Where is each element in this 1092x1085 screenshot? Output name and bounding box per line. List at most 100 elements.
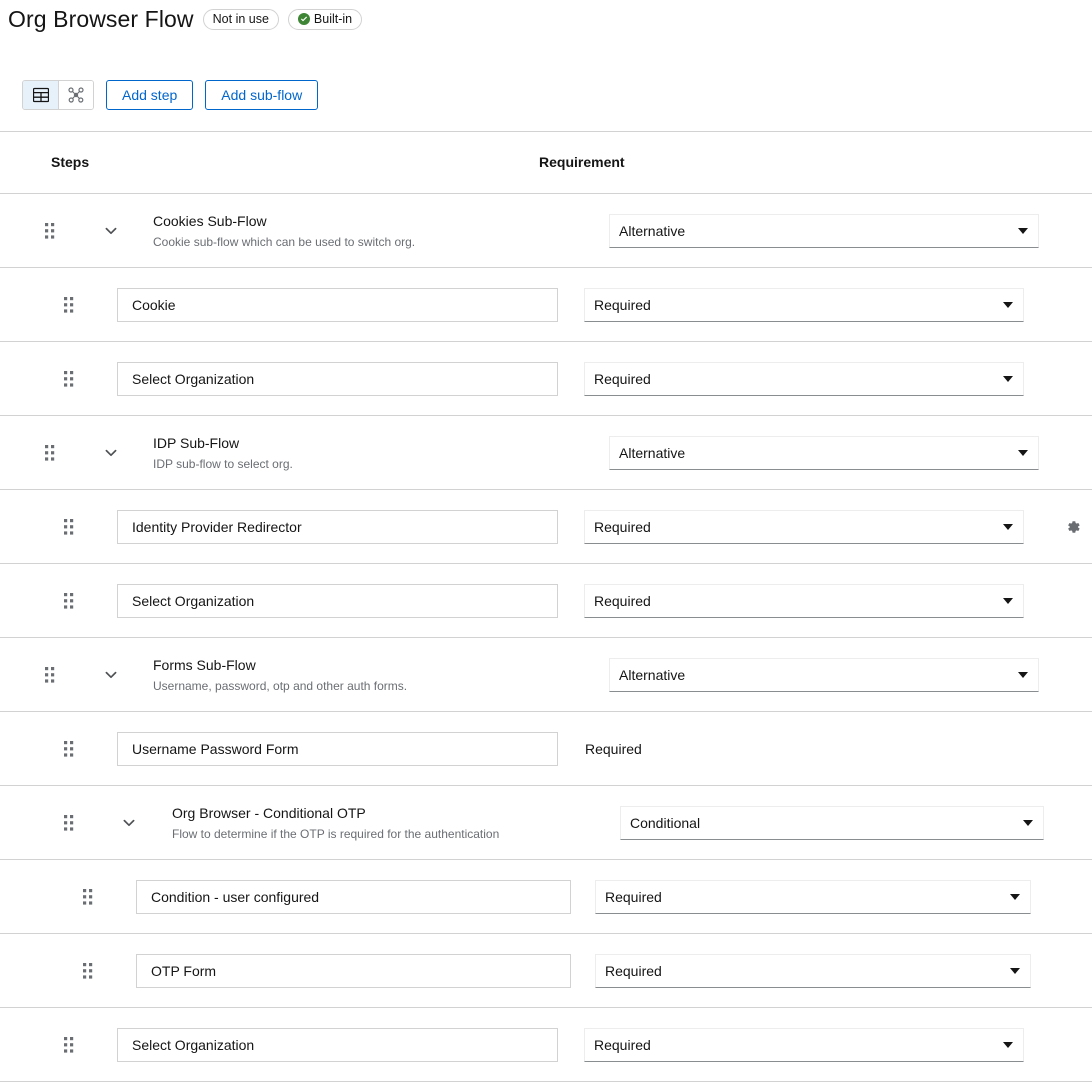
table-row: Required [0, 1008, 1092, 1082]
chevron-down-icon [1002, 595, 1013, 606]
drag-handle-icon[interactable] [64, 1036, 78, 1054]
sub-flow-description: IDP sub-flow to select org. [153, 456, 293, 471]
chevron-down-icon [1017, 225, 1028, 236]
topology-icon [68, 87, 84, 103]
requirement-select[interactable]: Required [584, 1027, 1024, 1062]
drag-handle-icon[interactable] [64, 814, 78, 832]
step-name-input[interactable] [117, 583, 558, 618]
sub-flow-name: Cookies Sub-Flow [153, 212, 267, 229]
requirement-select[interactable]: Required [584, 583, 1024, 618]
drag-handle-icon[interactable] [83, 962, 97, 980]
drag-handle-icon[interactable] [64, 740, 78, 758]
table-row: Required [0, 268, 1092, 342]
chevron-down-icon [1009, 965, 1020, 976]
requirement-select[interactable]: Alternative [609, 435, 1039, 470]
view-toggle-group [22, 80, 94, 110]
table-body: Cookies Sub-Flow Cookie sub-flow which ca… [0, 194, 1092, 1082]
sub-flow-name: Org Browser - Conditional OTP [172, 804, 366, 821]
step-name-input[interactable] [117, 731, 558, 766]
drag-handle-icon[interactable] [64, 592, 78, 610]
drag-handle-icon[interactable] [45, 444, 59, 462]
table-row: Forms Sub-Flow Username, password, otp an… [0, 638, 1092, 712]
page-title: Org Browser Flow [8, 6, 194, 32]
step-name-input[interactable] [136, 879, 571, 914]
requirement-select-value: Alternative [619, 222, 686, 239]
requirement-select[interactable]: Alternative [609, 213, 1039, 248]
table-row: Required [0, 712, 1092, 786]
requirement-select[interactable]: Conditional [620, 805, 1044, 840]
status-badge-built-in: Built-in [287, 8, 363, 30]
drag-handle-icon[interactable] [45, 222, 59, 240]
drag-handle-icon[interactable] [83, 888, 97, 906]
requirement-select-value: Required [594, 1036, 651, 1053]
requirement-select-value: Required [605, 888, 662, 905]
page-header: Org Browser Flow Not in use Built-in [0, 0, 1092, 34]
requirement-select[interactable]: Required [584, 361, 1024, 396]
requirement-select[interactable]: Required [595, 953, 1031, 988]
requirement-select-value: Conditional [630, 814, 701, 831]
requirement-select-value: Alternative [619, 444, 686, 461]
requirement-select-value: Required [594, 592, 651, 609]
column-header-steps: Steps [51, 154, 90, 170]
gear-icon [1065, 519, 1081, 535]
settings-gear-button[interactable] [1062, 516, 1084, 538]
drag-handle-icon[interactable] [45, 666, 59, 684]
table-row: Required [0, 490, 1092, 564]
requirement-select-value: Required [594, 296, 651, 313]
step-name-input[interactable] [117, 287, 558, 322]
chevron-down-icon [1017, 669, 1028, 680]
badge-label: Not in use [212, 11, 269, 26]
chevron-down-icon [1002, 1039, 1013, 1050]
table-row: Required [0, 564, 1092, 638]
sub-flow-description: Username, password, otp and other auth f… [153, 678, 408, 693]
chevron-down-icon[interactable] [103, 445, 119, 461]
drag-handle-icon[interactable] [64, 296, 78, 314]
sub-flow-description: Cookie sub-flow which can be used to swi… [153, 234, 416, 249]
requirement-value: Required [585, 740, 642, 757]
check-circle-icon [297, 13, 310, 25]
chevron-down-icon [1002, 299, 1013, 310]
table-view-toggle-button[interactable] [23, 81, 58, 109]
requirement-select-value: Alternative [619, 666, 686, 683]
drag-handle-icon[interactable] [64, 370, 78, 388]
table-row: Cookies Sub-Flow Cookie sub-flow which ca… [0, 194, 1092, 268]
chevron-down-icon[interactable] [103, 667, 119, 683]
chevron-down-icon [1002, 521, 1013, 532]
requirement-select[interactable]: Required [584, 509, 1024, 544]
requirement-select[interactable]: Required [595, 879, 1031, 914]
status-badge-not-in-use: Not in use [202, 8, 279, 30]
column-header-requirement: Requirement [539, 154, 625, 170]
step-name-input[interactable] [136, 953, 571, 988]
sub-flow-info: IDP Sub-Flow IDP sub-flow to select org. [153, 434, 293, 472]
sub-flow-description: Flow to determine if the OTP is required… [172, 826, 500, 841]
requirement-select[interactable]: Alternative [609, 657, 1039, 692]
requirement-select[interactable]: Required [584, 287, 1024, 322]
authentication-flow-page: Org Browser Flow Not in use Built-in Add… [0, 0, 1092, 1085]
step-name-input[interactable] [117, 509, 558, 544]
sub-flow-info: Cookies Sub-Flow Cookie sub-flow which ca… [153, 212, 415, 250]
table-row: Required [0, 342, 1092, 416]
add-step-button[interactable]: Add step [106, 80, 194, 110]
table-icon [32, 87, 49, 103]
table-header-row: Steps Requirement [0, 132, 1092, 194]
sub-flow-name: IDP Sub-Flow [153, 434, 240, 451]
sub-flow-name: Forms Sub-Flow [153, 656, 256, 673]
table-row: Required [0, 934, 1092, 1008]
step-name-input[interactable] [117, 1027, 558, 1062]
flow-toolbar: Add step Add sub-flow [0, 80, 1092, 110]
sub-flow-info: Org Browser - Conditional OTP Flow to det… [172, 804, 499, 842]
chevron-down-icon[interactable] [121, 815, 137, 831]
requirement-select-value: Required [594, 518, 651, 535]
chevron-down-icon [1002, 373, 1013, 384]
table-row: Required [0, 860, 1092, 934]
chevron-down-icon [1017, 447, 1028, 458]
add-sub-flow-button[interactable]: Add sub-flow [205, 80, 319, 110]
table-row: Org Browser - Conditional OTP Flow to det… [0, 786, 1092, 860]
chevron-down-icon [1009, 891, 1020, 902]
drag-handle-icon[interactable] [64, 518, 78, 536]
diagram-view-toggle-button[interactable] [58, 81, 93, 109]
chevron-down-icon[interactable] [103, 223, 119, 239]
flow-table: Steps Requirement Cookies Sub-Flow Cookie… [0, 131, 1092, 1082]
requirement-select-value: Required [605, 962, 662, 979]
step-name-input[interactable] [117, 361, 558, 396]
